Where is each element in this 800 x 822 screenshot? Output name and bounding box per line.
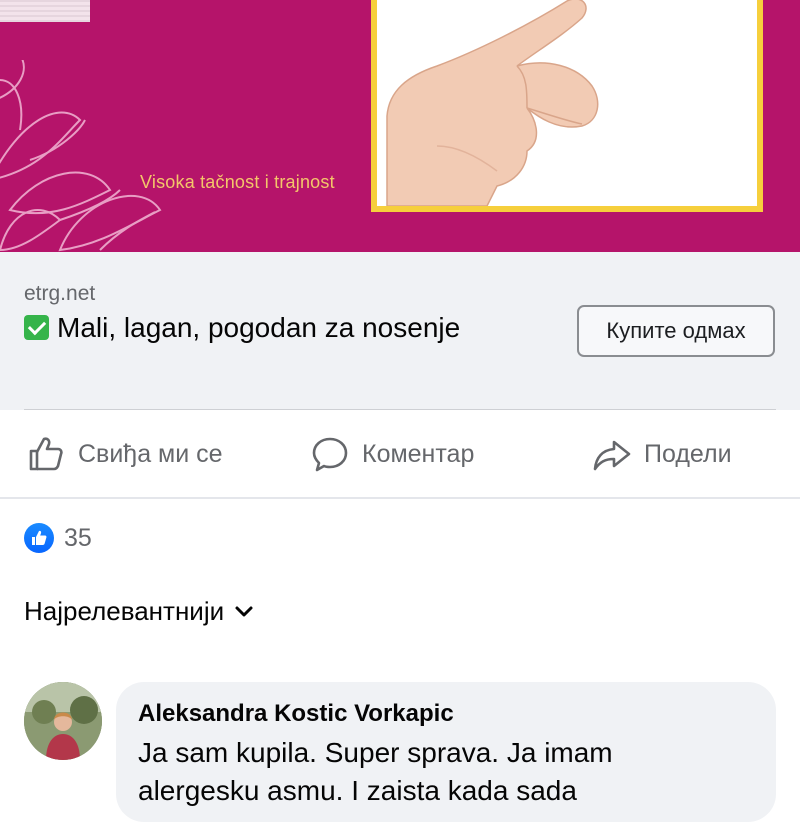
share-label: Подели [644,439,732,468]
divider [0,497,800,499]
link-title[interactable]: Mali, lagan, pogodan za nosenje [24,308,554,348]
comment-text-line: Ja sam kupila. Super sprava. Ja imam [138,737,613,768]
share-arrow-icon [593,440,631,471]
comment-button[interactable]: Коментар [310,410,474,498]
reaction-count: 35 [64,523,92,552]
share-button[interactable]: Подели [592,410,732,498]
comment-bubble[interactable]: Aleksandra Kostic Vorkapic Ja sam kupila… [116,682,776,822]
flower-illustration [0,60,162,252]
check-mark-icon [24,315,49,340]
like-label: Свиђа ми се [78,439,223,468]
like-button[interactable]: Свиђа ми се [26,410,223,498]
comment-text-line: alergesku asmu. I zaista kada sada [138,775,577,806]
comment-sort-dropdown[interactable]: Најрелевантнији [24,596,254,627]
sort-label: Најрелевантнији [24,596,225,626]
link-preview[interactable]: etrg.net Mali, lagan, pogodan za nosenje… [0,252,800,410]
comment-text: Ja sam kupila. Super sprava. Ja imam ale… [138,734,613,810]
chevron-down-icon [235,606,253,616]
thumbs-up-icon [29,437,63,471]
link-title-text: Mali, lagan, pogodan za nosenje [57,312,461,343]
avatar[interactable] [24,682,102,760]
comment-label: Коментар [362,439,475,468]
link-domain: etrg.net [24,282,96,305]
like-icon [24,523,54,553]
avatar-photo [24,682,102,760]
ad-image[interactable]: Visoka tačnost i trajnost [0,0,800,252]
buy-now-button[interactable]: Купите одмах [577,305,775,357]
ad-decorative-text-strip [0,0,90,22]
hand-with-oximeter-illustration [377,0,757,206]
comment-author[interactable]: Aleksandra Kostic Vorkapic [138,700,454,728]
ad-tagline: Visoka tačnost i trajnost [140,172,335,192]
comment-bubble-icon [312,437,348,472]
post-action-bar: Свиђа ми се Коментар Подели [0,410,800,498]
product-photo [371,0,763,212]
reactions-summary[interactable]: 35 [24,523,92,553]
